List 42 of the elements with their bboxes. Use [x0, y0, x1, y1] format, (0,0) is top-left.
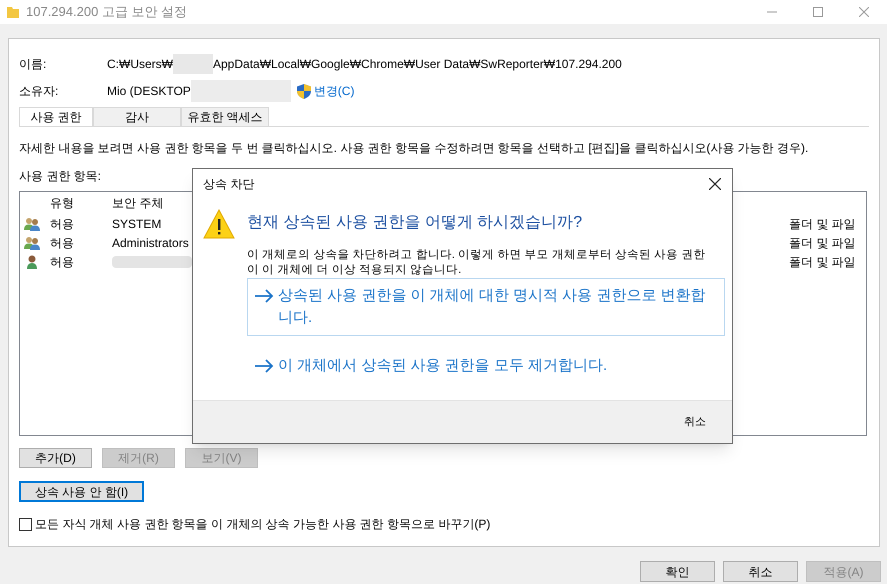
cancel-button[interactable]: 취소	[670, 412, 720, 432]
owner-label: 소유자:	[19, 83, 60, 100]
tab[interactable]: 감사	[93, 107, 181, 127]
option-button[interactable]: 이 개체에서 상속된 사용 권한을 모두 제거합니다.	[247, 348, 725, 384]
users-icon	[24, 236, 40, 250]
table-cell-text: 폴더 및 파일	[789, 216, 857, 232]
entries-label: 사용 권한 항목:	[19, 168, 102, 185]
table-cell-text: 폴더 및 파일	[789, 254, 857, 270]
change-link[interactable]: 변경(C)	[314, 82, 354, 100]
maximize-icon	[813, 7, 823, 17]
table-cell-text: 허용	[49, 216, 75, 232]
table-cell-text: SYSTEM	[112, 216, 162, 232]
table-cell-text: 허용	[49, 254, 75, 270]
column-header[interactable]: 유형	[48, 194, 110, 212]
name-path: C:₩Users₩	[107, 56, 173, 73]
warning-icon	[203, 209, 235, 239]
disable-inheritance-button[interactable]: 상속 사용 안 함(I)	[19, 481, 144, 502]
window-title: 107.294.200 고급 보안 설정	[26, 3, 188, 22]
dialog-heading: 현재 상속된 사용 권한을 어떻게 하시겠습니까?	[247, 213, 584, 233]
user-icon	[24, 254, 40, 268]
dialog-title: 상속 차단	[203, 176, 256, 193]
users-icon	[24, 216, 40, 230]
entry-button[interactable]: 추가(D)	[19, 448, 92, 468]
option-button[interactable]: 상속된 사용 권한을 이 개체에 대한 명시적 사용 권한으로 변환합니다.	[247, 278, 725, 336]
checkbox[interactable]	[19, 518, 32, 530]
tab[interactable]: 사용 권한	[19, 107, 93, 127]
checkbox-label: 모든 자식 개체 사용 권한 항목을 이 개체의 상속 가능한 사용 권한 항목으로 바꾸기(P)	[35, 516, 490, 533]
shield-icon	[296, 84, 311, 98]
name-path: AppData₩Local₩Google₩Chrome₩User Data₩SwReporter₩107.294.200	[213, 56, 622, 73]
close-icon	[709, 178, 721, 190]
table-cell-text: 폴더 및 파일	[789, 234, 857, 252]
close-icon	[859, 7, 869, 17]
table-cell-text: 허용	[49, 234, 75, 252]
folder-icon	[6, 5, 20, 19]
footer-button[interactable]: 확인	[640, 561, 715, 582]
dialog-description: 이 개체로의 상속을 차단하려고 합니다. 이렇게 하면 부모 개체로부터 상속된 사용 권한이 이 개체에 더 이상 적용되지 않습니다.	[247, 248, 706, 278]
footer-button[interactable]: 취소	[723, 561, 798, 582]
name-label: 이름:	[19, 56, 48, 73]
table-cell-text: Administrators	[112, 234, 189, 252]
instructions-text: 자세한 내용을 보려면 사용 권한 항목을 두 번 클릭하십시오. 사용 권한 항목을 수정하려면 항목을 선택하고 [편집]을 클릭하십시오(사용 가능한 경우).	[19, 140, 810, 157]
owner-value: Mio (DESKTOP	[107, 83, 191, 100]
tab[interactable]: 유효한 액세스	[181, 107, 269, 127]
